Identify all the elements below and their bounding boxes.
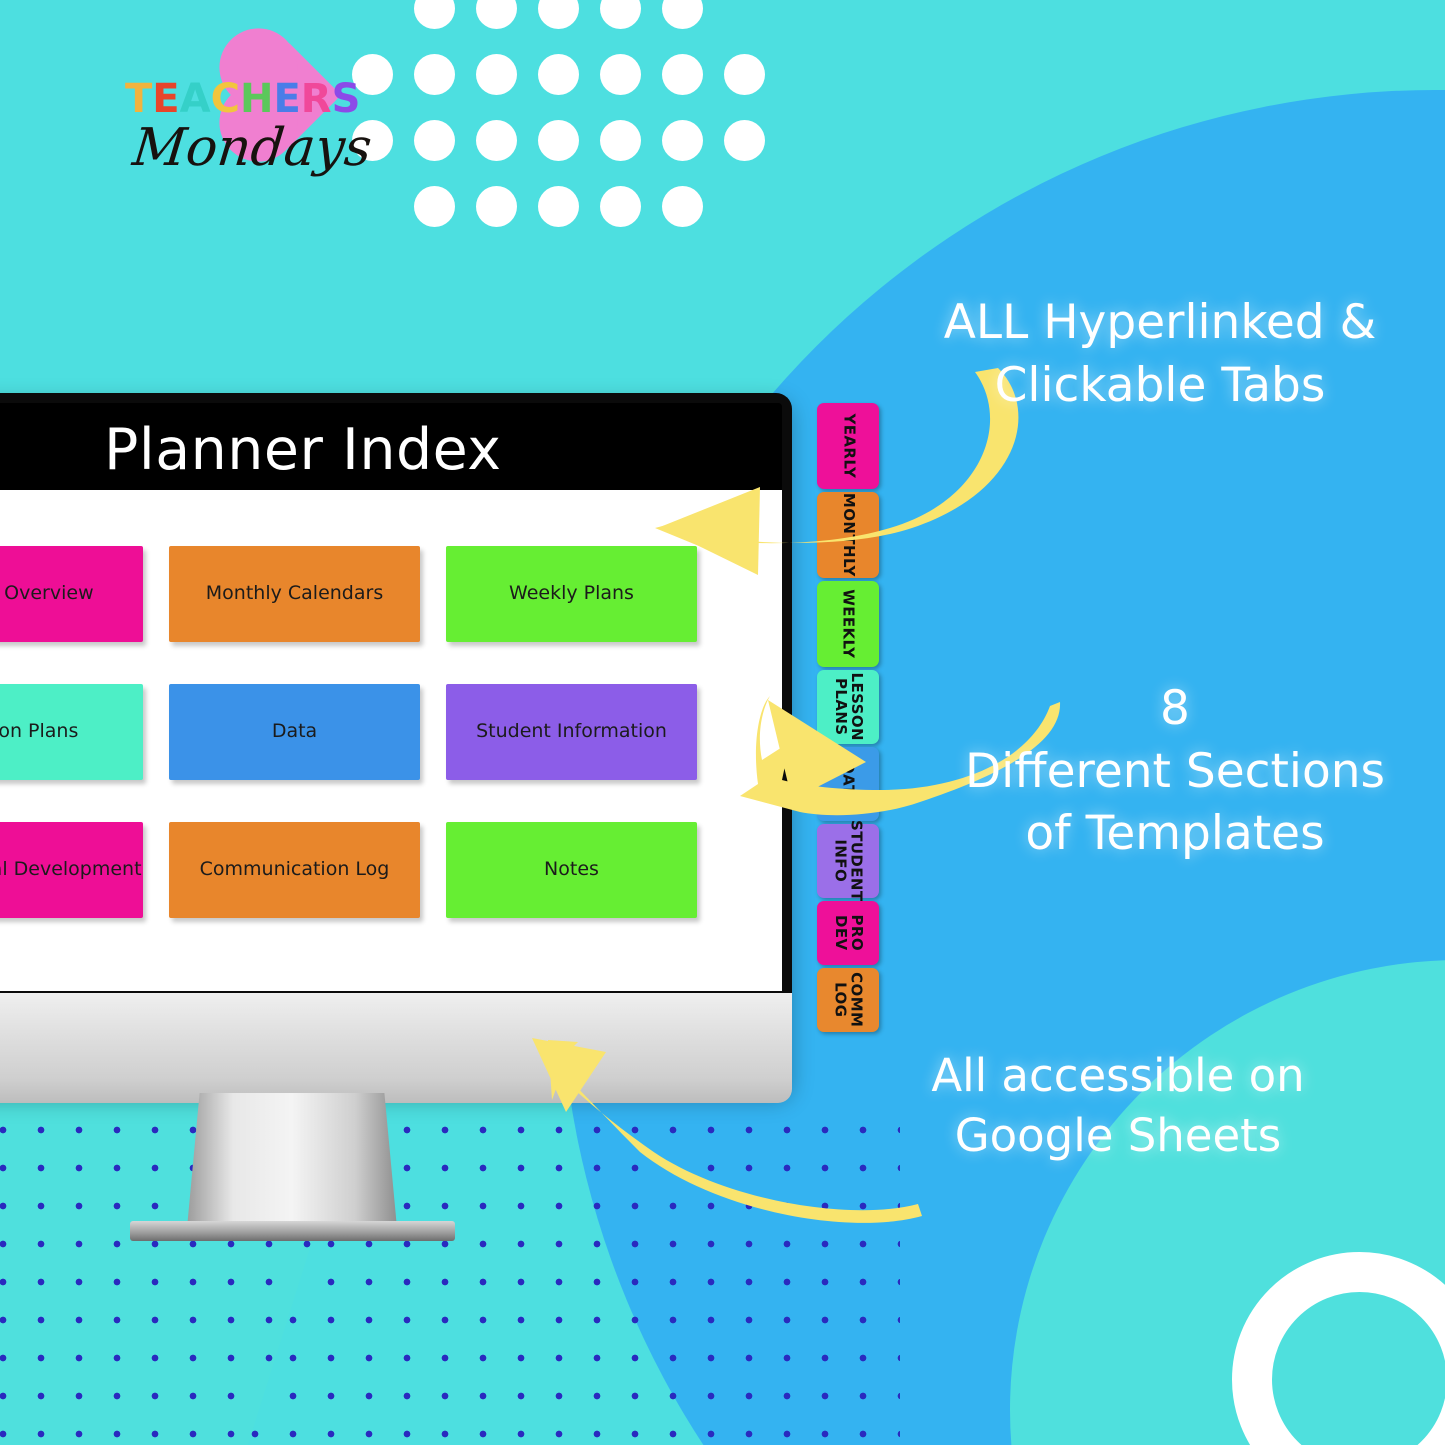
side-tab-label: YEARLY xyxy=(839,413,858,479)
dot xyxy=(538,0,579,29)
planner-cell-label: Student Information xyxy=(476,720,667,743)
planner-cell-8[interactable]: Notes xyxy=(446,822,697,918)
side-tab-student-info[interactable]: STUDENT INFO xyxy=(817,820,879,902)
planner-cell-2[interactable]: Weekly Plans xyxy=(446,546,697,642)
promo1-line1: ALL Hyperlinked & xyxy=(943,295,1377,350)
spreadsheet-header-bar: Planner Index xyxy=(0,403,782,490)
monitor-stand-foot xyxy=(130,1221,455,1241)
promo-text-sections: 8 Different Sections of Templates xyxy=(905,678,1445,866)
side-tab-label: COMM LOG xyxy=(832,972,866,1028)
planner-cell-label: Professional Development xyxy=(0,858,142,881)
promo-text-hyperlinked: ALL Hyperlinked & Clickable Tabs xyxy=(900,292,1420,417)
dot xyxy=(662,120,703,161)
side-tab-data[interactable]: DATA xyxy=(817,747,879,821)
dot xyxy=(724,54,765,95)
promo2-line3: of Templates xyxy=(1025,806,1325,861)
dot xyxy=(600,0,641,29)
side-tab-strip: YEARLY MONTHLY WEEKLY LESSON PLANS DATA STUDEN… xyxy=(817,403,879,1035)
monitor-chin xyxy=(0,993,792,1103)
planner-cell-label: Notes xyxy=(544,858,599,881)
promo2-line2: Different Sections xyxy=(964,743,1386,799)
promo2-line1: 8 xyxy=(1160,681,1190,736)
planner-cell-7[interactable]: Communication Log xyxy=(169,822,420,918)
planner-cell-3[interactable]: Lesson Plans xyxy=(0,684,143,780)
promo-text-google-sheets: All accessible on Google Sheets xyxy=(868,1046,1368,1166)
dot xyxy=(600,186,641,227)
planner-cell-4[interactable]: Data xyxy=(169,684,420,780)
planner-cell-label: Weekly Plans xyxy=(509,582,634,605)
planner-cell-0[interactable]: Yearly Overview xyxy=(0,546,143,642)
dot xyxy=(538,54,579,95)
brand-name-bottom: Mondays xyxy=(129,118,375,178)
side-tab-lesson-plans[interactable]: LESSON PLANS xyxy=(817,670,879,744)
dot xyxy=(538,186,579,227)
dot xyxy=(600,120,641,161)
desktop-monitor: Planner Index Yearly Overview Monthly Cal… xyxy=(0,393,792,1241)
planner-cell-label: Data xyxy=(271,720,318,743)
planner-cell-1[interactable]: Monthly Calendars xyxy=(169,546,420,642)
page-title: Planner Index xyxy=(104,417,502,483)
planner-cell-label: Communication Log xyxy=(199,858,390,881)
dot xyxy=(414,186,455,227)
side-tab-label: PRO DEV xyxy=(832,914,866,952)
spreadsheet-body: Yearly Overview Monthly Calendars Weekly P… xyxy=(0,490,782,991)
poster-canvas: TEACHERS Mondays Planner Index Yearly Ov… xyxy=(0,0,1445,1445)
side-tab-weekly[interactable]: WEEKLY xyxy=(817,581,879,667)
dot xyxy=(476,120,517,161)
monitor-screen: Planner Index Yearly Overview Monthly Cal… xyxy=(0,403,782,991)
side-tab-label: MONTHLY xyxy=(839,493,858,577)
dot xyxy=(476,186,517,227)
white-dot-grid xyxy=(352,0,792,238)
dot xyxy=(662,186,703,227)
brand-logo: TEACHERS Mondays xyxy=(125,39,375,178)
promo3-line2: Google Sheets xyxy=(954,1108,1282,1162)
dot xyxy=(476,54,517,95)
dot xyxy=(414,0,455,29)
dot xyxy=(414,120,455,161)
dot xyxy=(538,120,579,161)
side-tab-label: STUDENT INFO xyxy=(832,820,866,902)
side-tab-monthly[interactable]: MONTHLY xyxy=(817,492,879,578)
promo3-line1: All accessible on xyxy=(931,1049,1305,1102)
side-tab-pro-dev[interactable]: PRO DEV xyxy=(817,901,879,965)
dot xyxy=(662,0,703,29)
planner-cell-5[interactable]: Student Information xyxy=(446,684,697,780)
side-tab-label: WEEKLY xyxy=(839,589,858,659)
dot xyxy=(414,54,455,95)
dot xyxy=(724,120,765,161)
side-tab-label: LESSON PLANS xyxy=(832,672,866,742)
side-tab-yearly[interactable]: YEARLY xyxy=(817,403,879,489)
brand-name-top: TEACHERS xyxy=(125,76,361,122)
planner-cell-label: Monthly Calendars xyxy=(205,582,384,605)
side-tab-comm-log[interactable]: COMM LOG xyxy=(817,968,879,1032)
dot xyxy=(662,54,703,95)
side-tab-label: DATA xyxy=(839,761,858,807)
planner-cell-label: Yearly Overview xyxy=(0,582,94,605)
dot xyxy=(476,0,517,29)
promo1-line2: Clickable Tabs xyxy=(994,357,1326,413)
planner-cell-label: Lesson Plans xyxy=(0,720,79,743)
planner-index-grid: Yearly Overview Monthly Calendars Weekly P… xyxy=(0,546,697,918)
dot xyxy=(600,54,641,95)
planner-cell-6[interactable]: Professional Development xyxy=(0,822,143,918)
monitor-stand-neck xyxy=(187,1093,397,1228)
